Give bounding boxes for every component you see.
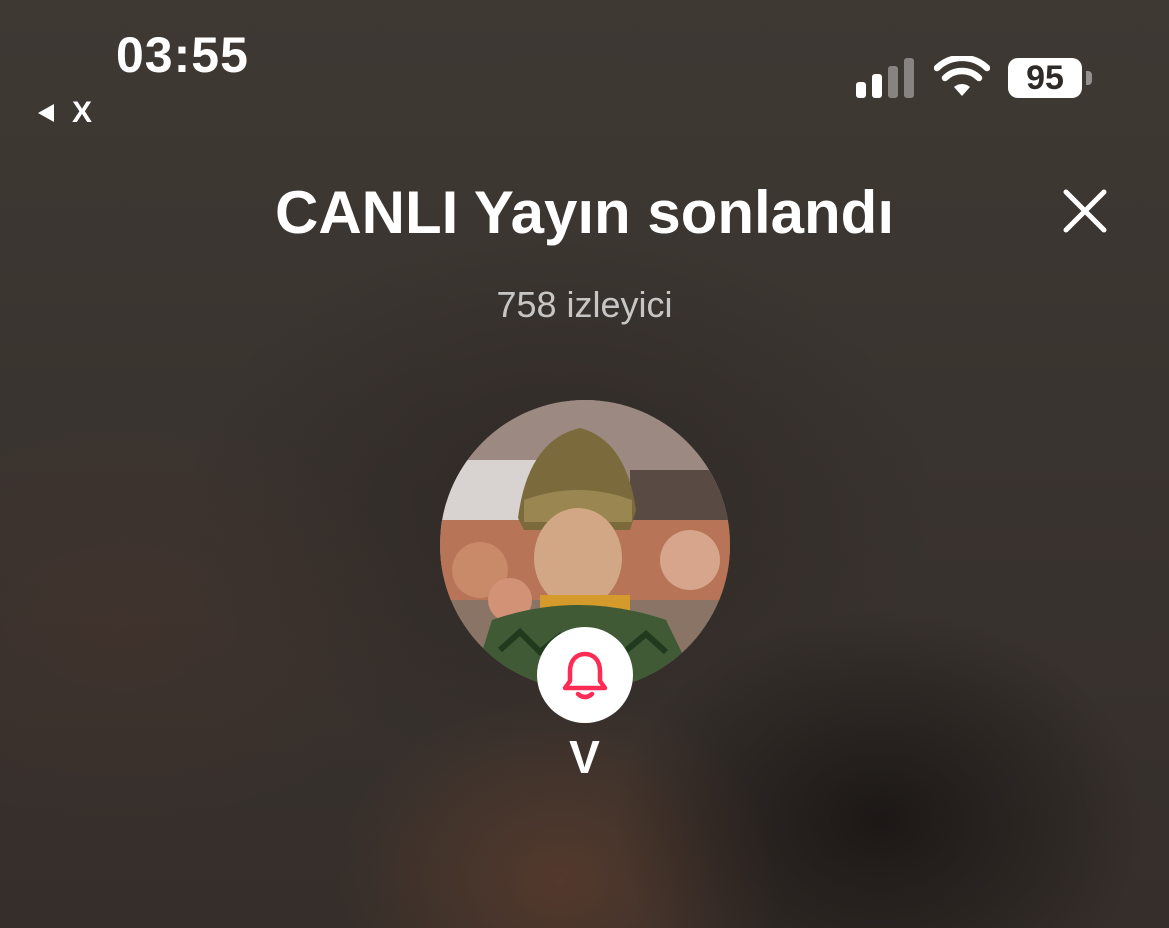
battery-level: 95 [1008, 58, 1082, 98]
wifi-icon [934, 56, 990, 96]
bell-icon [562, 651, 608, 700]
viewer-count: 758 izleyici [496, 284, 673, 325]
page-title: CANLI Yayın sonlandı [274, 179, 894, 246]
back-app-label: X [72, 96, 93, 129]
notify-bell-button[interactable] [537, 627, 633, 723]
close-icon[interactable] [1060, 186, 1110, 236]
username[interactable]: V [0, 730, 1169, 784]
battery-indicator: 95 [1008, 58, 1092, 98]
back-triangle-icon [38, 104, 54, 122]
battery-nub [1086, 71, 1092, 85]
status-time: 03:55 [116, 27, 249, 83]
back-to-app-button[interactable]: X [38, 96, 92, 130]
cellular-signal-icon [856, 58, 914, 98]
